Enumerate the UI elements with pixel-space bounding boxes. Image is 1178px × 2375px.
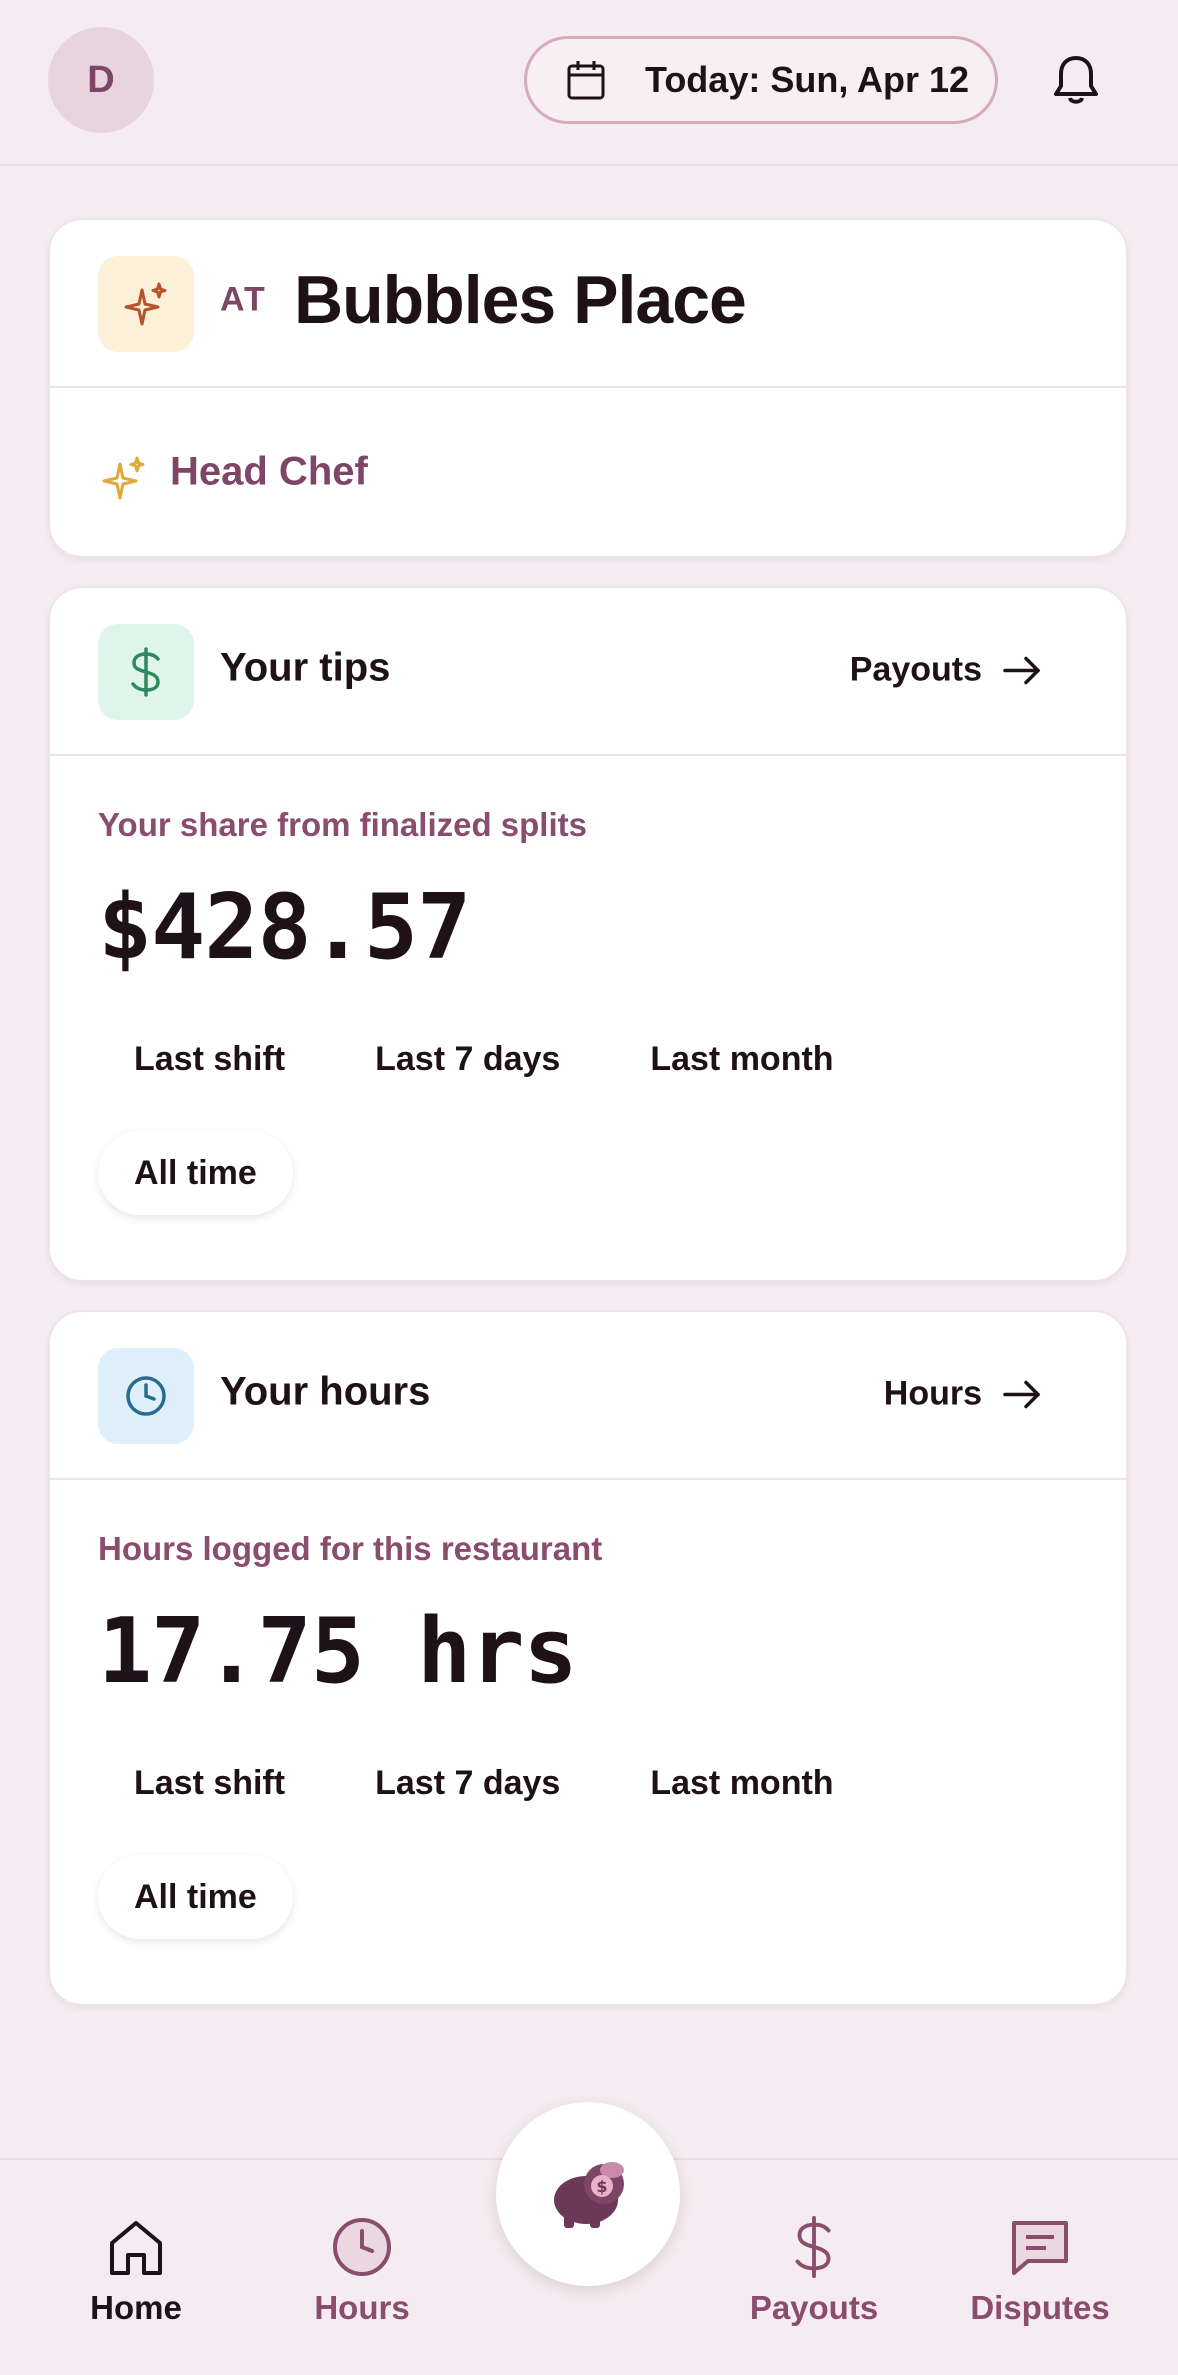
top-bar: D Today: Sun, Apr 12 [0,0,1178,166]
filter-last-7-days[interactable]: Last 7 days [339,1741,596,1825]
tips-card-body: Your share from finalized splits $428.57… [50,756,1126,1245]
filter-last-month[interactable]: Last month [614,1017,869,1101]
arrow-right-icon [1003,656,1040,684]
hours-card-header: Your hours Hours [50,1312,1126,1480]
notifications-button[interactable] [1048,52,1104,108]
calendar-icon [567,61,605,100]
payouts-link[interactable]: Payouts [850,651,1042,690]
place-name: Bubbles Place [294,262,747,338]
piggy-bank-icon: $ [554,2162,624,2228]
filter-last-shift[interactable]: Last shift [98,1017,321,1101]
place-icon-box [98,256,194,352]
location-card-header: AT Bubbles Place [50,220,1126,388]
arrow-right-icon [1003,1380,1040,1408]
nav-home-label: Home [90,2289,182,2326]
filter-all-time[interactable]: All time [98,1131,293,1215]
tips-icon-box [98,624,194,720]
dollar-icon [795,2215,831,2279]
dollar-icon [131,647,160,697]
nav-home[interactable]: Home [56,2215,216,2327]
role-label: Head Chef [170,449,368,494]
clock-icon [126,1376,166,1416]
tips-value: $428.57 [98,875,471,980]
nav-hours[interactable]: Hours [282,2215,442,2327]
bell-icon [1054,56,1098,104]
sparkle-icon [124,282,167,326]
filter-last-shift[interactable]: Last shift [98,1741,321,1825]
location-card: AT Bubbles Place Head Chef [48,218,1128,558]
hours-card: Your hours Hours Hours logged for this r… [48,1310,1128,2006]
date-label: Today: Sun, Apr 12 [645,59,970,100]
hours-value: 17.75 hrs [98,1599,578,1704]
nav-disputes[interactable]: Disputes [960,2215,1120,2327]
tips-title: Your tips [220,645,391,690]
message-icon [1012,2221,1068,2275]
nav-payouts[interactable]: Payouts [734,2215,894,2327]
filter-last-month[interactable]: Last month [614,1741,869,1825]
tips-card: Your tips Payouts Your share from finali… [48,586,1128,1282]
nav-hours-label: Hours [314,2289,410,2326]
home-icon [110,2221,162,2275]
hours-title: Your hours [220,1369,431,1414]
hours-icon-box [98,1348,194,1444]
hours-subtitle: Hours logged for this restaurant [98,1530,603,1567]
date-selector[interactable]: Today: Sun, Apr 12 [524,36,998,124]
hours-card-body: Hours logged for this restaurant 17.75 h… [50,1480,1126,1969]
filter-all-time[interactable]: All time [98,1855,293,1939]
role-row: Head Chef [50,388,1126,556]
avatar[interactable]: D [48,27,154,133]
filter-last-7-days[interactable]: Last 7 days [339,1017,596,1101]
hours-link[interactable]: Hours [884,1375,1042,1414]
payouts-link-label: Payouts [849,650,982,689]
center-action-button[interactable]: $ [496,2102,680,2286]
sparkle-icon [102,456,145,500]
svg-text:$: $ [596,2177,607,2196]
nav-disputes-label: Disputes [970,2289,1110,2326]
tips-period-filter: Last shift Last 7 days Last month All ti… [98,1017,958,1245]
at-label: AT [220,280,267,319]
clock-icon [333,2218,391,2276]
hours-period-filter: Last shift Last 7 days Last month All ti… [98,1741,958,1969]
tips-subtitle: Your share from finalized splits [98,806,587,843]
nav-payouts-label: Payouts [749,2289,879,2326]
tips-card-header: Your tips Payouts [50,588,1126,756]
hours-link-label: Hours [883,1374,982,1413]
